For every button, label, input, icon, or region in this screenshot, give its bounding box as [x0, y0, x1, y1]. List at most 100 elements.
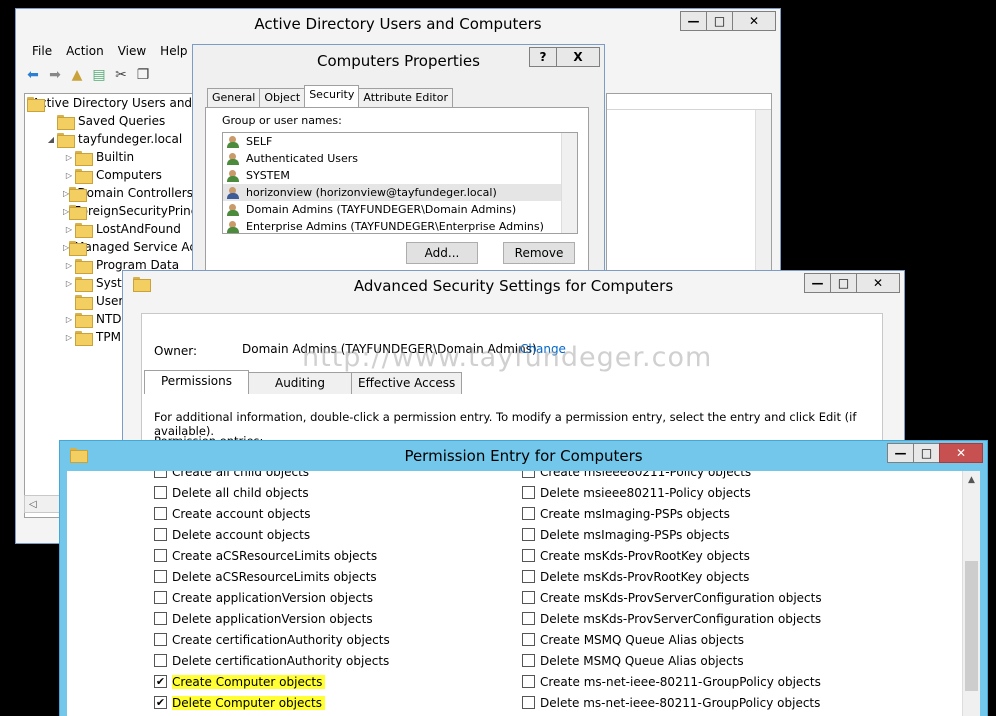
tab-auditing[interactable]: Auditing [247, 372, 353, 394]
permission-checkbox[interactable] [522, 591, 535, 604]
menu-file[interactable]: File [16, 41, 60, 61]
permission-checkbox[interactable] [522, 570, 535, 583]
permission-row[interactable]: Create all child objects [154, 471, 390, 482]
adv-minimize-button[interactable]: — [804, 273, 831, 293]
user-list-item[interactable]: horizonview (horizonview@tayfundeger.loc… [223, 184, 577, 201]
permission-checkbox[interactable] [154, 528, 167, 541]
permission-checkbox[interactable] [522, 612, 535, 625]
remove-button[interactable]: Remove [503, 242, 575, 264]
permission-row[interactable]: Create MSMQ Queue Alias objects [522, 629, 822, 650]
permission-checkbox[interactable] [522, 633, 535, 646]
menu-help[interactable]: Help [154, 41, 195, 61]
menu-action[interactable]: Action [60, 41, 112, 61]
permission-checkbox[interactable] [522, 528, 535, 541]
tree-expander-icon[interactable]: ▷ [63, 225, 75, 234]
user-list-item[interactable]: Enterprise Admins (TAYFUNDEGER\Enterpris… [223, 218, 577, 233]
perm-scrollbar[interactable]: ▲ [962, 471, 980, 716]
tree-item[interactable]: ◢ tayfundeger.local [25, 130, 193, 148]
tree-item[interactable]: Active Directory Users and C [25, 94, 193, 112]
permission-checkbox[interactable] [154, 633, 167, 646]
forward-arrow-icon[interactable]: ➡ [46, 66, 64, 84]
permission-row[interactable]: Create msKds-ProvServerConfiguration obj… [522, 587, 822, 608]
permission-checkbox[interactable] [154, 549, 167, 562]
permission-row[interactable]: Create ms-net-ieee-80211-GroupPolicy obj… [522, 671, 822, 692]
back-arrow-icon[interactable]: ⬅ [24, 66, 42, 84]
tree-item[interactable]: ▷ Domain Controllers [25, 184, 193, 202]
permission-checkbox[interactable] [154, 507, 167, 520]
permission-row[interactable]: ✔ Create Computer objects [154, 671, 390, 692]
tree-expander-icon[interactable]: ▷ [63, 333, 75, 342]
perm-maximize-button[interactable]: □ [913, 443, 940, 463]
tree-expander-icon[interactable]: ◢ [45, 135, 57, 144]
permission-checkbox[interactable] [522, 486, 535, 499]
permission-row[interactable]: Delete ms-net-ieee-80211-GroupPolicy obj… [522, 692, 822, 713]
tree-item[interactable]: ▷ Managed Service Ac [25, 238, 193, 256]
menu-view[interactable]: View [112, 41, 154, 61]
up-folder-icon[interactable]: ▲ [68, 66, 86, 84]
tree-expander-icon[interactable]: ▷ [63, 315, 75, 324]
permission-row[interactable]: Create msieee80211-Policy objects [522, 471, 822, 482]
permission-checkbox[interactable] [522, 549, 535, 562]
permission-row[interactable]: Create msKds-ProvRootKey objects [522, 545, 822, 566]
perm-scroll-thumb[interactable] [965, 561, 978, 691]
tree-item[interactable]: ▷ Builtin [25, 148, 193, 166]
permission-row[interactable]: Create applicationVersion objects [154, 587, 390, 608]
adv-close-button[interactable]: ✕ [856, 273, 900, 293]
permission-row[interactable]: Delete msKds-ProvServerConfiguration obj… [522, 608, 822, 629]
change-owner-link[interactable]: Change [520, 342, 566, 356]
permission-checkbox[interactable] [154, 570, 167, 583]
show-tree-icon[interactable]: ▤ [90, 66, 108, 84]
tab-security[interactable]: Security [304, 85, 360, 107]
permission-checkbox[interactable] [154, 654, 167, 667]
tree-expander-icon[interactable]: ▷ [63, 279, 75, 288]
permission-row[interactable]: Create aCSResourceLimits objects [154, 545, 390, 566]
add-button[interactable]: Add... [406, 242, 478, 264]
permission-row[interactable]: Delete account objects [154, 524, 390, 545]
permission-checkbox[interactable] [522, 471, 535, 478]
permission-row[interactable]: Delete applicationVersion objects [154, 608, 390, 629]
tree-item[interactable]: ▷ LostAndFound [25, 220, 193, 238]
permission-checkbox[interactable] [154, 471, 167, 478]
perm-close-button[interactable]: ✕ [939, 443, 983, 463]
aduc-maximize-button[interactable]: □ [706, 11, 733, 31]
tree-expander-icon[interactable]: ▷ [63, 261, 75, 270]
tree-expander-icon[interactable]: ▷ [63, 153, 75, 162]
user-list-item[interactable]: SELF [223, 133, 577, 150]
cut-icon[interactable]: ✂ [112, 66, 130, 84]
aduc-minimize-button[interactable]: — [680, 11, 707, 31]
permission-row[interactable]: ✔ Delete Computer objects [154, 692, 390, 713]
copy-icon[interactable]: ❐ [134, 66, 152, 84]
permission-checkbox[interactable] [154, 591, 167, 604]
tab-attribute-editor[interactable]: Attribute Editor [358, 88, 453, 107]
permission-checkbox[interactable] [154, 486, 167, 499]
permission-row[interactable]: Delete msImaging-PSPs objects [522, 524, 822, 545]
tree-item[interactable]: ▷ Computers [25, 166, 193, 184]
permission-row[interactable]: Create certificationAuthority objects [154, 629, 390, 650]
tree-expander-icon[interactable]: ▷ [63, 171, 75, 180]
permission-row[interactable]: Create msImaging-PSPs objects [522, 503, 822, 524]
permission-checkbox[interactable] [522, 654, 535, 667]
permission-row[interactable]: Delete all child objects [154, 482, 390, 503]
aduc-close-button[interactable]: ✕ [732, 11, 776, 31]
permission-checkbox[interactable] [522, 507, 535, 520]
scroll-up-icon[interactable]: ▲ [963, 475, 980, 485]
user-list-item[interactable]: SYSTEM [223, 167, 577, 184]
tab-general[interactable]: General [207, 88, 261, 107]
permission-row[interactable]: Delete msKds-ProvRootKey objects [522, 566, 822, 587]
permission-checkbox[interactable]: ✔ [154, 696, 167, 709]
tree-item[interactable]: Saved Queries [25, 112, 193, 130]
tab-permissions[interactable]: Permissions [144, 370, 249, 394]
tab-object[interactable]: Object [259, 88, 306, 107]
permission-row[interactable]: Delete MSMQ Queue Alias objects [522, 650, 822, 671]
permission-checkbox[interactable] [154, 612, 167, 625]
props-close-button[interactable]: X [556, 47, 600, 67]
user-list-item[interactable]: Domain Admins (TAYFUNDEGER\Domain Admins… [223, 201, 577, 218]
permission-checkbox[interactable]: ✔ [154, 675, 167, 688]
adv-maximize-button[interactable]: □ [830, 273, 857, 293]
permission-checkbox[interactable] [522, 675, 535, 688]
perm-minimize-button[interactable]: — [887, 443, 914, 463]
permission-row[interactable]: Create account objects [154, 503, 390, 524]
permission-checkbox[interactable] [522, 696, 535, 709]
permission-row[interactable]: Delete aCSResourceLimits objects [154, 566, 390, 587]
tree-item[interactable]: ▷ ForeignSecurityPrinc [25, 202, 193, 220]
